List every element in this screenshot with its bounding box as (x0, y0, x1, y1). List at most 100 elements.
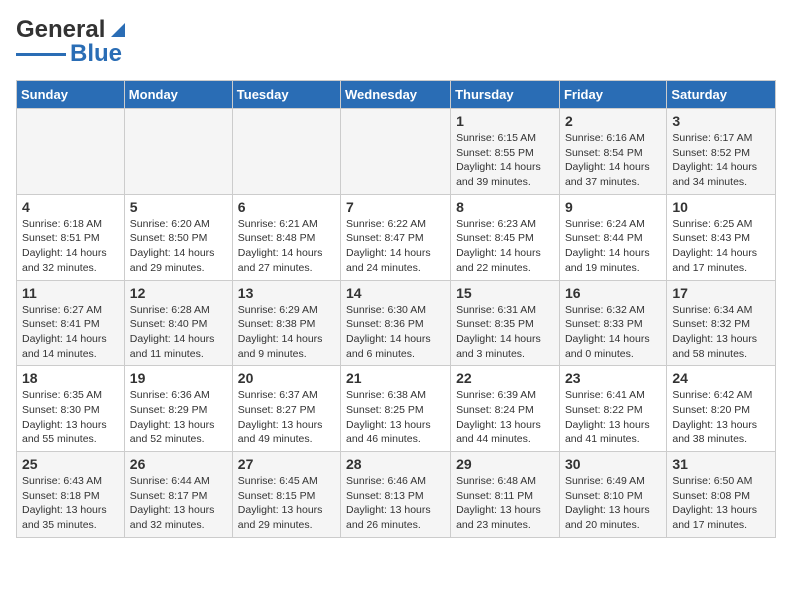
day-number: 22 (456, 370, 554, 386)
day-info: Sunrise: 6:45 AM Sunset: 8:15 PM Dayligh… (238, 474, 335, 533)
day-info: Sunrise: 6:46 AM Sunset: 8:13 PM Dayligh… (346, 474, 445, 533)
day-info: Sunrise: 6:21 AM Sunset: 8:48 PM Dayligh… (238, 217, 335, 276)
day-info: Sunrise: 6:27 AM Sunset: 8:41 PM Dayligh… (22, 303, 119, 362)
day-number: 29 (456, 456, 554, 472)
day-cell: 26 Sunrise: 6:44 AM Sunset: 8:17 PM Dayli… (124, 452, 232, 538)
day-number: 26 (130, 456, 227, 472)
day-info: Sunrise: 6:23 AM Sunset: 8:45 PM Dayligh… (456, 217, 554, 276)
day-info: Sunrise: 6:18 AM Sunset: 8:51 PM Dayligh… (22, 217, 119, 276)
week-row-3: 11 Sunrise: 6:27 AM Sunset: 8:41 PM Dayli… (17, 280, 776, 366)
day-number: 11 (22, 285, 119, 301)
day-info: Sunrise: 6:39 AM Sunset: 8:24 PM Dayligh… (456, 388, 554, 447)
day-cell: 9Sunrise: 6:24 AM Sunset: 8:44 PM Daylig… (559, 194, 666, 280)
day-cell: 24 Sunrise: 6:42 AM Sunset: 8:20 PM Dayli… (667, 366, 776, 452)
day-cell: 29 Sunrise: 6:48 AM Sunset: 8:11 PM Dayli… (451, 452, 560, 538)
day-number: 10 (672, 199, 770, 215)
day-cell: 4 Sunrise: 6:18 AM Sunset: 8:51 PM Daylig… (17, 194, 125, 280)
day-number: 13 (238, 285, 335, 301)
day-number: 3 (672, 113, 770, 129)
day-info: Sunrise: 6:31 AM Sunset: 8:35 PM Dayligh… (456, 303, 554, 362)
day-info: Sunrise: 6:44 AM Sunset: 8:17 PM Dayligh… (130, 474, 227, 533)
day-cell: 21 Sunrise: 6:38 AM Sunset: 8:25 PM Dayli… (341, 366, 451, 452)
day-info: Sunrise: 6:48 AM Sunset: 8:11 PM Dayligh… (456, 474, 554, 533)
day-cell: 10 Sunrise: 6:25 AM Sunset: 8:43 PM Dayli… (667, 194, 776, 280)
day-info: Sunrise: 6:41 AM Sunset: 8:22 PM Dayligh… (565, 388, 661, 447)
day-number: 6 (238, 199, 335, 215)
day-number: 12 (130, 285, 227, 301)
header-row: SundayMondayTuesdayWednesdayThursdayFrid… (17, 81, 776, 109)
day-cell: 6 Sunrise: 6:21 AM Sunset: 8:48 PM Daylig… (232, 194, 340, 280)
week-row-2: 4 Sunrise: 6:18 AM Sunset: 8:51 PM Daylig… (17, 194, 776, 280)
day-info: Sunrise: 6:32 AM Sunset: 8:33 PM Dayligh… (565, 303, 661, 362)
day-cell: 18 Sunrise: 6:35 AM Sunset: 8:30 PM Dayli… (17, 366, 125, 452)
day-info: Sunrise: 6:49 AM Sunset: 8:10 PM Dayligh… (565, 474, 661, 533)
day-info: Sunrise: 6:25 AM Sunset: 8:43 PM Dayligh… (672, 217, 770, 276)
day-number: 23 (565, 370, 661, 386)
day-number: 31 (672, 456, 770, 472)
day-info: Sunrise: 6:29 AM Sunset: 8:38 PM Dayligh… (238, 303, 335, 362)
logo-blue: Blue (70, 40, 122, 68)
day-number: 1 (456, 113, 554, 129)
day-cell: 19 Sunrise: 6:36 AM Sunset: 8:29 PM Dayli… (124, 366, 232, 452)
day-info: Sunrise: 6:50 AM Sunset: 8:08 PM Dayligh… (672, 474, 770, 533)
day-cell (17, 109, 125, 195)
day-cell: 14Sunrise: 6:30 AM Sunset: 8:36 PM Dayli… (341, 280, 451, 366)
day-info: Sunrise: 6:20 AM Sunset: 8:50 PM Dayligh… (130, 217, 227, 276)
day-number: 24 (672, 370, 770, 386)
day-number: 19 (130, 370, 227, 386)
day-info: Sunrise: 6:34 AM Sunset: 8:32 PM Dayligh… (672, 303, 770, 362)
day-cell: 3 Sunrise: 6:17 AM Sunset: 8:52 PM Daylig… (667, 109, 776, 195)
day-cell: 5 Sunrise: 6:20 AM Sunset: 8:50 PM Daylig… (124, 194, 232, 280)
day-number: 8 (456, 199, 554, 215)
day-info: Sunrise: 6:36 AM Sunset: 8:29 PM Dayligh… (130, 388, 227, 447)
header-wednesday: Wednesday (341, 81, 451, 109)
day-number: 18 (22, 370, 119, 386)
week-row-4: 18 Sunrise: 6:35 AM Sunset: 8:30 PM Dayli… (17, 366, 776, 452)
day-number: 28 (346, 456, 445, 472)
calendar-table: SundayMondayTuesdayWednesdayThursdayFrid… (16, 80, 776, 538)
day-number: 5 (130, 199, 227, 215)
day-cell: 23 Sunrise: 6:41 AM Sunset: 8:22 PM Dayli… (559, 366, 666, 452)
logo-icon (107, 19, 129, 41)
day-cell: 31 Sunrise: 6:50 AM Sunset: 8:08 PM Dayli… (667, 452, 776, 538)
day-cell: 15 Sunrise: 6:31 AM Sunset: 8:35 PM Dayli… (451, 280, 560, 366)
day-info: Sunrise: 6:16 AM Sunset: 8:54 PM Dayligh… (565, 131, 661, 190)
day-info: Sunrise: 6:35 AM Sunset: 8:30 PM Dayligh… (22, 388, 119, 447)
header-saturday: Saturday (667, 81, 776, 109)
day-cell: 7 Sunrise: 6:22 AM Sunset: 8:47 PM Daylig… (341, 194, 451, 280)
day-number: 7 (346, 199, 445, 215)
day-info: Sunrise: 6:22 AM Sunset: 8:47 PM Dayligh… (346, 217, 445, 276)
day-info: Sunrise: 6:43 AM Sunset: 8:18 PM Dayligh… (22, 474, 119, 533)
day-cell: 12 Sunrise: 6:28 AM Sunset: 8:40 PM Dayli… (124, 280, 232, 366)
day-cell: 13 Sunrise: 6:29 AM Sunset: 8:38 PM Dayli… (232, 280, 340, 366)
day-number: 4 (22, 199, 119, 215)
day-number: 15 (456, 285, 554, 301)
day-info: Sunrise: 6:42 AM Sunset: 8:20 PM Dayligh… (672, 388, 770, 447)
day-cell (341, 109, 451, 195)
day-cell: 20 Sunrise: 6:37 AM Sunset: 8:27 PM Dayli… (232, 366, 340, 452)
header-tuesday: Tuesday (232, 81, 340, 109)
week-row-1: 1Sunrise: 6:15 AM Sunset: 8:55 PM Daylig… (17, 109, 776, 195)
day-cell: 28 Sunrise: 6:46 AM Sunset: 8:13 PM Dayli… (341, 452, 451, 538)
week-row-5: 25Sunrise: 6:43 AM Sunset: 8:18 PM Dayli… (17, 452, 776, 538)
day-info: Sunrise: 6:28 AM Sunset: 8:40 PM Dayligh… (130, 303, 227, 362)
day-info: Sunrise: 6:37 AM Sunset: 8:27 PM Dayligh… (238, 388, 335, 447)
day-cell: 25Sunrise: 6:43 AM Sunset: 8:18 PM Dayli… (17, 452, 125, 538)
day-number: 16 (565, 285, 661, 301)
day-cell: 17 Sunrise: 6:34 AM Sunset: 8:32 PM Dayli… (667, 280, 776, 366)
day-number: 27 (238, 456, 335, 472)
day-info: Sunrise: 6:38 AM Sunset: 8:25 PM Dayligh… (346, 388, 445, 447)
day-number: 21 (346, 370, 445, 386)
day-number: 9 (565, 199, 661, 215)
day-number: 14 (346, 285, 445, 301)
header-thursday: Thursday (451, 81, 560, 109)
day-number: 20 (238, 370, 335, 386)
header-sunday: Sunday (17, 81, 125, 109)
day-info: Sunrise: 6:17 AM Sunset: 8:52 PM Dayligh… (672, 131, 770, 190)
day-cell: 11 Sunrise: 6:27 AM Sunset: 8:41 PM Dayli… (17, 280, 125, 366)
header-monday: Monday (124, 81, 232, 109)
logo: General Blue (16, 16, 129, 68)
day-cell: 22 Sunrise: 6:39 AM Sunset: 8:24 PM Dayli… (451, 366, 560, 452)
day-number: 2 (565, 113, 661, 129)
day-number: 17 (672, 285, 770, 301)
